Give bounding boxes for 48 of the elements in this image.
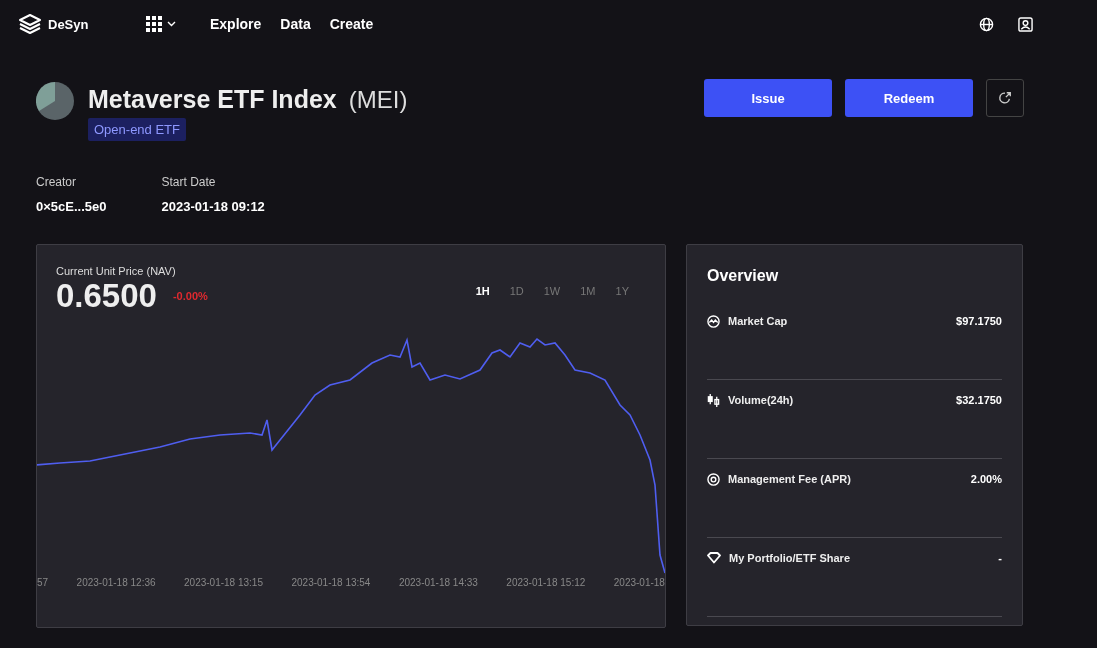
apps-menu-button[interactable] [146, 16, 176, 32]
axis-label: 2023-01-18 12:36 [76, 577, 156, 588]
globe-icon[interactable] [979, 16, 994, 32]
metric-label: Management Fee (APR) [728, 473, 852, 485]
metric-label: My Portfolio/ETF Share [729, 552, 851, 564]
account-icon[interactable] [1018, 16, 1033, 32]
metric-value: $97.1750 [956, 315, 1002, 327]
nav-link[interactable]: Create [329, 16, 374, 32]
range-tab[interactable]: 1W [539, 285, 565, 297]
axis-label: 2023-01-18 14:33 [398, 577, 478, 588]
axis-label: 2023-01-18 15:12 [506, 577, 586, 588]
metric-value: - [998, 552, 1002, 564]
brand-name[interactable]: DeSyn [48, 16, 89, 32]
logo-icon [18, 13, 42, 35]
price-label: Current Unit Price (NAV) [56, 265, 177, 277]
metric-label: Market Cap [728, 315, 789, 327]
nav-link[interactable]: Explore [210, 16, 262, 32]
range-tab[interactable]: 1M [576, 285, 600, 297]
fund-symbol: (MEI) [348, 86, 408, 114]
info-label: Start Date [161, 175, 217, 189]
share-button[interactable] [986, 79, 1024, 117]
share-icon [998, 91, 1012, 105]
fund-name: Metaverse ETF Index [88, 85, 337, 114]
action-button[interactable]: Issue [704, 79, 832, 117]
axis-label: 2023-01-18 13:54 [291, 577, 371, 588]
info-value: 0×5cE...5e0 [36, 199, 107, 214]
action-button[interactable]: Redeem [845, 79, 973, 117]
info-label: Creator [36, 175, 77, 189]
range-tab[interactable]: 1D [505, 285, 528, 297]
axis-label: 2023-01-18 13:15 [184, 577, 263, 588]
overview-title: Overview [707, 267, 780, 285]
nav-link[interactable]: Data [280, 16, 311, 32]
axis-label: 57 [37, 577, 49, 588]
metric-value: $32.1750 [956, 394, 1002, 406]
pie-icon [36, 82, 74, 120]
metric-label: Volume(24h) [728, 394, 795, 406]
axis-label: 2023-01-18 [613, 577, 665, 588]
diamond-icon [707, 552, 721, 564]
range-tab[interactable]: 1Y [611, 285, 633, 297]
info-value: 2023-01-18 09:12 [161, 199, 265, 214]
price-change: -0.00% [172, 290, 208, 302]
metric-value: 2.00% [970, 473, 1002, 485]
chart-circle-icon [707, 314, 720, 328]
target-icon [707, 472, 720, 486]
range-tab[interactable]: 1H [471, 285, 494, 297]
price-value: 0.6500 [56, 277, 157, 315]
candlestick-icon [707, 393, 720, 407]
fund-type-tag: Open-end ETF [88, 118, 186, 141]
